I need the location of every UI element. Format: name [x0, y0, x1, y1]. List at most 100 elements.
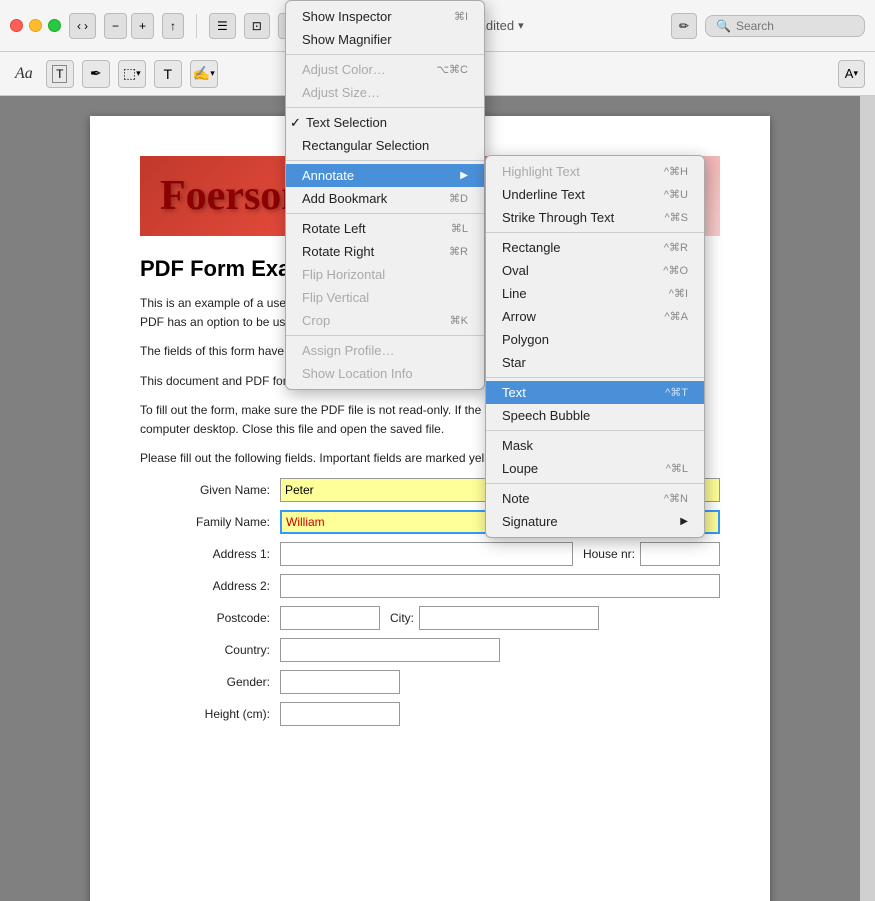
draw-tool-button[interactable]: ✒ — [82, 60, 110, 88]
close-button[interactable] — [10, 19, 23, 32]
shapes-icon: ⬚ — [123, 65, 136, 82]
chevron-down-icon: ▾ — [136, 68, 141, 79]
sign-button[interactable]: ✍ ▾ — [190, 60, 218, 88]
menu-item-rotate-right[interactable]: Rotate Right ⌘R — [286, 240, 484, 263]
address2-input[interactable] — [280, 574, 720, 598]
submenu-shortcut-underline-text: ^⌘U — [664, 188, 688, 201]
share-icon: ↑ — [170, 19, 176, 33]
submenu-item-star[interactable]: Star — [486, 351, 704, 374]
submenu-shortcut-text: ^⌘T — [665, 386, 688, 399]
nav-buttons: ‹ › — [69, 13, 96, 39]
menu-label-rotate-left: Rotate Left — [302, 221, 366, 236]
given-name-label: Given Name: — [140, 483, 280, 497]
shapes-tool-button[interactable]: ⬚ ▾ — [118, 60, 146, 88]
submenu-item-speech-bubble[interactable]: Speech Bubble — [486, 404, 704, 427]
page-view-button[interactable]: ⊡ — [244, 13, 270, 39]
country-input[interactable] — [280, 638, 500, 662]
postcode-city-row: Postcode: City: — [140, 606, 720, 630]
font-size-button[interactable]: A ▾ — [838, 60, 865, 88]
text-tool-button[interactable]: T — [46, 60, 74, 88]
submenu-shortcut-arrow: ^⌘A — [665, 310, 689, 323]
menu-item-show-magnifier[interactable]: Show Magnifier — [286, 28, 484, 51]
submenu-label-strike-text: Strike Through Text — [502, 210, 614, 225]
menu-sep-1 — [286, 54, 484, 55]
search-input[interactable] — [736, 19, 836, 33]
address1-input[interactable] — [280, 542, 573, 566]
submenu-shortcut-note: ^⌘N — [664, 492, 688, 505]
sign-icon: ✍ — [193, 65, 210, 82]
postcode-label: Postcode: — [140, 611, 280, 625]
submenu-label-rectangle: Rectangle — [502, 240, 561, 255]
menu-item-flip-vertical: Flip Vertical — [286, 286, 484, 309]
menu-label-show-location: Show Location Info — [302, 366, 413, 381]
height-label: Height (cm): — [140, 707, 280, 721]
family-name-label: Family Name: — [140, 515, 280, 529]
menu-shortcut-rotate-left: ⌘L — [451, 222, 468, 235]
submenu-arrow-icon: ▶ — [460, 170, 468, 181]
zoom-out-button[interactable]: − — [104, 13, 127, 39]
menu-item-show-inspector[interactable]: Show Inspector ⌘I — [286, 5, 484, 28]
minimize-button[interactable] — [29, 19, 42, 32]
submenu-item-strike-text[interactable]: Strike Through Text ^⌘S — [486, 206, 704, 229]
menu-item-adjust-size: Adjust Size… — [286, 81, 484, 104]
submenu-item-polygon[interactable]: Polygon — [486, 328, 704, 351]
text-insert-button[interactable]: T — [154, 60, 182, 88]
menu-label-annotate: Annotate — [302, 168, 354, 183]
menu-label-crop: Crop — [302, 313, 330, 328]
submenu-sep-2 — [486, 377, 704, 378]
menu-item-rect-selection[interactable]: Rectangular Selection — [286, 134, 484, 157]
submenu-item-highlight-text: Highlight Text ^⌘H — [486, 160, 704, 183]
menu-sep-4 — [286, 213, 484, 214]
city-input[interactable] — [419, 606, 599, 630]
menu-item-show-location: Show Location Info — [286, 362, 484, 385]
font-button[interactable]: Aa — [10, 63, 38, 85]
menu-shortcut-adjust-color: ⌥⌘C — [436, 63, 468, 76]
menu-item-text-selection[interactable]: ✓ Text Selection — [286, 111, 484, 134]
chevron-down-icon: ▾ — [853, 68, 858, 79]
menu-item-annotate[interactable]: Annotate ▶ — [286, 164, 484, 187]
text-insert-icon: T — [164, 66, 173, 82]
submenu-item-signature[interactable]: Signature ▶ — [486, 510, 704, 533]
house-nr-input[interactable] — [640, 542, 720, 566]
height-input[interactable] — [280, 702, 400, 726]
submenu-item-oval[interactable]: Oval ^⌘O — [486, 259, 704, 282]
submenu-sep-4 — [486, 483, 704, 484]
submenu-shortcut-strike-text: ^⌘S — [665, 211, 689, 224]
submenu-shortcut-rectangle: ^⌘R — [664, 241, 688, 254]
address1-row: Address 1: House nr: — [140, 542, 720, 566]
submenu-item-rectangle[interactable]: Rectangle ^⌘R — [486, 236, 704, 259]
chevron-right-icon: › — [84, 19, 88, 33]
submenu-item-line[interactable]: Line ^⌘I — [486, 282, 704, 305]
menu-sep-5 — [286, 335, 484, 336]
submenu-item-text[interactable]: Text ^⌘T — [486, 381, 704, 404]
house-nr-label: House nr: — [583, 547, 635, 561]
menu-shortcut-add-bookmark: ⌘D — [449, 192, 468, 205]
postcode-input[interactable] — [280, 606, 380, 630]
menu-label-text-selection: Text Selection — [306, 115, 387, 130]
share-button[interactable]: ↑ — [162, 13, 184, 39]
submenu-item-arrow[interactable]: Arrow ^⌘A — [486, 305, 704, 328]
submenu-label-star: Star — [502, 355, 526, 370]
zoom-in-button[interactable]: + — [131, 13, 154, 39]
submenu-item-note[interactable]: Note ^⌘N — [486, 487, 704, 510]
gender-label: Gender: — [140, 675, 280, 689]
gender-input[interactable] — [280, 670, 400, 694]
sidebar-toggle-button[interactable]: ☰ — [209, 13, 236, 39]
menu-label-rotate-right: Rotate Right — [302, 244, 374, 259]
pen-icon: ✒ — [90, 65, 102, 82]
scrollbar[interactable] — [860, 96, 875, 901]
submenu-item-loupe[interactable]: Loupe ^⌘L — [486, 457, 704, 480]
submenu-item-underline-text[interactable]: Underline Text ^⌘U — [486, 183, 704, 206]
height-row: Height (cm): — [140, 702, 720, 726]
submenu-label-text: Text — [502, 385, 526, 400]
signature-submenu-arrow-icon: ▶ — [680, 516, 688, 527]
back-forward-button[interactable]: ‹ › — [69, 13, 96, 39]
zoom-buttons: − + — [104, 13, 154, 39]
menu-item-rotate-left[interactable]: Rotate Left ⌘L — [286, 217, 484, 240]
menu-item-add-bookmark[interactable]: Add Bookmark ⌘D — [286, 187, 484, 210]
annotate-toolbar-button[interactable]: ✏ — [671, 13, 697, 39]
fullscreen-button[interactable] — [48, 19, 61, 32]
submenu-label-signature: Signature — [502, 514, 558, 529]
submenu-item-mask[interactable]: Mask — [486, 434, 704, 457]
search-box[interactable]: 🔍 — [705, 15, 865, 37]
